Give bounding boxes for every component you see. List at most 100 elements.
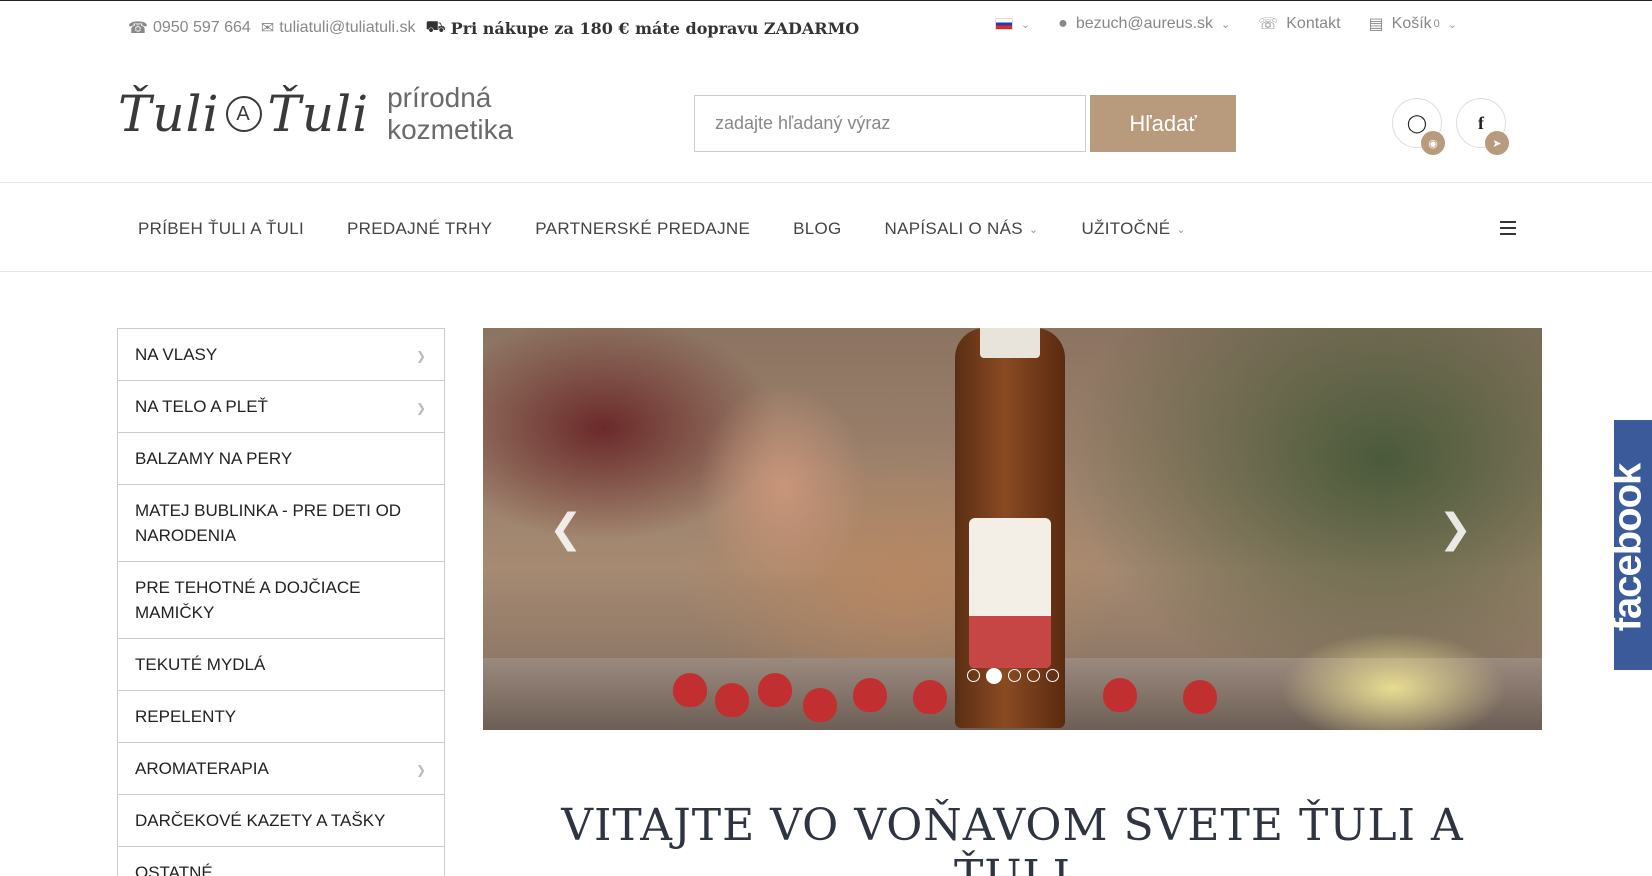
search-input[interactable] xyxy=(694,95,1086,152)
strawberry-image xyxy=(853,678,887,712)
main-nav: PRÍBEH ŤULI A ŤULI PREDAJNÉ TRHY PARTNER… xyxy=(0,182,1652,272)
nav-item-press[interactable]: NAPÍSALI O NÁS ⌄ xyxy=(885,219,1039,239)
strawberry-image xyxy=(803,688,837,722)
phone-icon: ☎ xyxy=(128,20,148,37)
category-label: NA TELO A PLEŤ xyxy=(135,397,268,416)
facebook-f-icon: f xyxy=(1478,112,1484,133)
strawberry-image xyxy=(1183,680,1217,714)
basket-icon: ▤ xyxy=(1368,16,1384,33)
email-item[interactable]: ✉ tuliatuli@tuliatuli.sk xyxy=(261,18,416,38)
email-address: tuliatuli@tuliatuli.sk xyxy=(279,19,416,36)
nav-label: PREDAJNÉ TRHY xyxy=(347,219,493,238)
slider-dot[interactable] xyxy=(1027,669,1040,682)
bottle-cap xyxy=(980,328,1040,358)
account-email: bezuch@aureus.sk xyxy=(1075,15,1214,32)
product-bottle-image xyxy=(955,328,1065,728)
slovak-flag-icon xyxy=(994,18,1013,30)
category-item[interactable]: PRE TEHOTNÉ A DOJČIACE MAMIČKY xyxy=(118,562,444,639)
slider-next-arrow-icon[interactable]: ❯ xyxy=(1438,506,1472,552)
instagram-icon: ◯ xyxy=(1406,112,1428,133)
promo-item: ⛟ Pri nákupe za 180 € máte dopravu ZADAR… xyxy=(426,18,860,38)
social-links: ◯ ◉ f ➤ xyxy=(1392,98,1509,155)
category-label: NA VLASY xyxy=(135,345,218,364)
slider-prev-arrow-icon[interactable]: ❮ xyxy=(549,506,583,552)
contact-link[interactable]: ☏ Kontakt xyxy=(1258,14,1340,34)
category-label: REPELENTY xyxy=(135,707,237,726)
category-item[interactable]: NA TELO A PLEŤ ❯ xyxy=(118,381,444,433)
welcome-section: VITAJTE VO VOŇAVOM SVETE ŤULI A ŤULI xyxy=(483,800,1542,876)
hero-slider[interactable]: ❮ ❯ xyxy=(483,328,1542,730)
slider-pagination xyxy=(967,667,1059,684)
slider-dot[interactable] xyxy=(1008,669,1021,682)
phone-square-icon: ☏ xyxy=(1258,16,1279,33)
strawberry-image xyxy=(673,673,707,707)
shipping-promo: Pri nákupe za 180 € máte dopravu ZADARMO xyxy=(450,18,860,38)
slider-dot[interactable] xyxy=(967,669,980,682)
category-item[interactable]: REPELENTY xyxy=(118,691,444,743)
category-item[interactable]: BALZAMY NA PERY xyxy=(118,433,444,485)
chevron-right-icon: ❯ xyxy=(415,763,426,777)
strawberry-image xyxy=(758,673,792,707)
hamburger-menu-icon[interactable] xyxy=(1500,221,1516,235)
category-label: DARČEKOVÉ KAZETY A TAŠKY xyxy=(135,811,386,830)
top-bar-account: ⌄ ● bezuch@aureus.sk ⌄ ☏ Kontakt ▤ Košík… xyxy=(994,14,1457,34)
nav-label: NAPÍSALI O NÁS xyxy=(884,219,1023,238)
search-button[interactable]: Hľadať xyxy=(1090,95,1236,152)
chevron-down-icon: ⌄ xyxy=(1020,18,1031,31)
nav-label: PARTNERSKÉ PREDAJNE xyxy=(535,219,751,238)
slider-dot-active[interactable] xyxy=(986,667,1002,684)
search-form: Hľadať xyxy=(694,95,1236,152)
nav-item-blog[interactable]: BLOG xyxy=(793,219,841,239)
site-logo[interactable]: Ťuli A Ťuli prírodná kozmetika xyxy=(118,82,513,146)
logo-a-circle: A xyxy=(225,96,262,132)
strawberry-image xyxy=(1103,678,1137,712)
strawberry-image xyxy=(715,683,749,717)
top-bar: ☎ 0950 597 664 ✉ tuliatuli@tuliatuli.sk … xyxy=(0,0,1652,52)
phone-number: 0950 597 664 xyxy=(152,19,251,36)
chevron-down-icon: ⌄ xyxy=(1028,223,1039,236)
cart-label: Košík xyxy=(1391,15,1432,32)
strawberry-image xyxy=(913,680,947,714)
phone-item[interactable]: ☎ 0950 597 664 xyxy=(128,18,251,38)
tagline-line2: kozmetika xyxy=(387,114,514,145)
facebook-side-tab[interactable]: facebook xyxy=(1605,420,1652,670)
language-selector[interactable]: ⌄ xyxy=(994,18,1031,31)
user-icon: ● xyxy=(1058,15,1068,32)
nav-label: PRÍBEH ŤULI A ŤULI xyxy=(138,219,305,238)
top-bar-contacts: ☎ 0950 597 664 ✉ tuliatuli@tuliatuli.sk … xyxy=(128,18,859,38)
logo-tagline: prírodná kozmetika xyxy=(387,82,513,146)
cursor-icon: ➤ xyxy=(1485,131,1509,155)
nav-item-story[interactable]: PRÍBEH ŤULI A ŤULI xyxy=(138,219,304,239)
nav-item-partner-shops[interactable]: PARTNERSKÉ PREDAJNE xyxy=(535,219,750,239)
cart-menu[interactable]: ▤ Košík 0 ⌄ xyxy=(1369,14,1457,34)
category-label: MATEJ BUBLINKA - PRE DETI OD NARODENIA xyxy=(135,501,402,545)
category-item[interactable]: NA VLASY ❯ xyxy=(118,329,444,381)
truck-icon: ⛟ xyxy=(425,19,446,36)
chevron-down-icon: ⌄ xyxy=(1221,18,1231,31)
category-item[interactable]: MATEJ BUBLINKA - PRE DETI OD NARODENIA xyxy=(118,485,444,562)
welcome-heading: VITAJTE VO VOŇAVOM SVETE ŤULI A ŤULI xyxy=(483,800,1542,876)
tagline-line1: prírodná xyxy=(387,82,492,113)
logo-word-right: Ťuli xyxy=(267,85,370,143)
instagram-button[interactable]: ◯ ◉ xyxy=(1392,98,1445,155)
main-nav-list: PRÍBEH ŤULI A ŤULI PREDAJNÉ TRHY PARTNER… xyxy=(138,219,1186,239)
envelope-icon: ✉ xyxy=(260,20,275,37)
chevron-right-icon: ❯ xyxy=(415,349,426,363)
category-item[interactable]: TEKUTÉ MYDLÁ xyxy=(118,639,444,691)
category-item[interactable]: AROMATERAPIA ❯ xyxy=(118,743,444,795)
chevron-down-icon: ⌄ xyxy=(1447,18,1457,31)
bottle-label xyxy=(969,518,1051,668)
category-item[interactable]: DARČEKOVÉ KAZETY A TAŠKY xyxy=(118,795,444,847)
facebook-tab-label: facebook xyxy=(1605,463,1650,632)
slider-dot[interactable] xyxy=(1046,669,1059,682)
logo-word-left: Ťuli xyxy=(118,85,220,143)
category-label: TEKUTÉ MYDLÁ xyxy=(135,655,266,674)
nav-item-useful[interactable]: UŽITOČNÉ ⌄ xyxy=(1081,219,1186,239)
cart-count: 0 xyxy=(1433,18,1440,30)
facebook-button[interactable]: f ➤ xyxy=(1456,98,1509,155)
account-menu[interactable]: ● bezuch@aureus.sk ⌄ xyxy=(1058,15,1230,33)
category-item[interactable]: OSTATNÉ xyxy=(118,847,444,876)
slide-foliage xyxy=(1243,588,1542,730)
logo-wordmark: Ťuli A Ťuli xyxy=(118,85,369,143)
nav-item-markets[interactable]: PREDAJNÉ TRHY xyxy=(347,219,492,239)
